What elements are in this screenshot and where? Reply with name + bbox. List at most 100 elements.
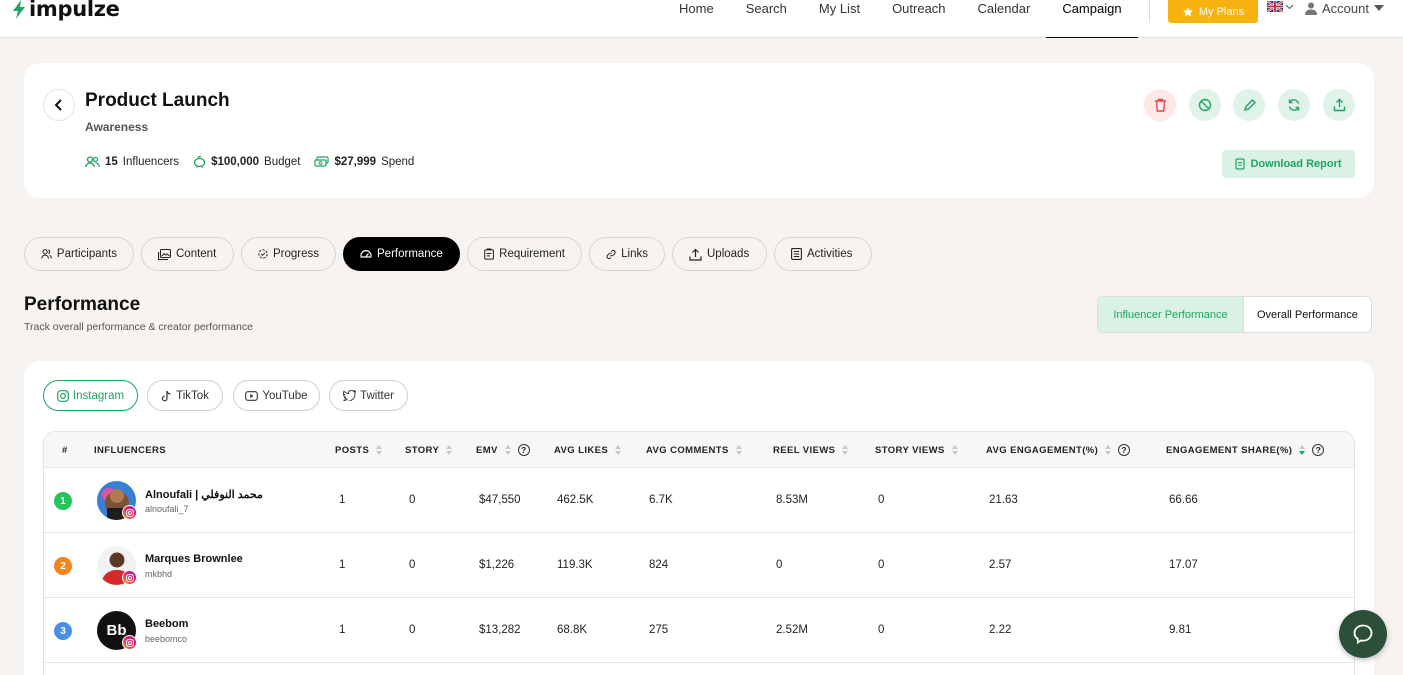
platform-twitter[interactable]: Twitter bbox=[329, 380, 408, 411]
col-emv[interactable]: EMV? bbox=[476, 432, 530, 468]
performance-card: Instagram TikTok YouTube Twitter # INFLU… bbox=[24, 361, 1374, 675]
cell-story: 0 bbox=[409, 494, 416, 506]
ban-icon bbox=[1198, 98, 1212, 112]
brand-logo[interactable]: impulze bbox=[12, 0, 120, 21]
chat-support-button[interactable] bbox=[1339, 610, 1387, 658]
users-icon bbox=[85, 156, 100, 168]
tab-progress[interactable]: Progress bbox=[241, 237, 336, 271]
help-icon[interactable]: ? bbox=[1312, 444, 1325, 456]
nav-divider bbox=[1149, 0, 1150, 22]
influencers-count: 15 bbox=[105, 156, 118, 168]
nav-home[interactable]: Home bbox=[663, 0, 730, 38]
language-selector[interactable] bbox=[1267, 1, 1294, 12]
help-icon[interactable]: ? bbox=[517, 444, 530, 456]
tab-participants[interactable]: Participants bbox=[24, 237, 134, 271]
influencer-performance-toggle[interactable]: Influencer Performance bbox=[1098, 297, 1244, 332]
col-story[interactable]: STORY bbox=[405, 432, 453, 468]
col-engagement-share[interactable]: ENGAGEMENT SHARE(%)? bbox=[1166, 432, 1325, 468]
chevron-left-icon bbox=[54, 99, 62, 111]
sort-desc-icon bbox=[1299, 445, 1306, 455]
my-plans-button[interactable]: My Plans bbox=[1168, 0, 1258, 23]
stat-influencers: 15 Influencers bbox=[85, 156, 179, 168]
cell-engagement-share: 17.07 bbox=[1169, 559, 1198, 571]
main-nav: Home Search My List Outreach Calendar Ca… bbox=[663, 0, 1138, 38]
share-campaign-button[interactable] bbox=[1323, 89, 1355, 121]
tab-links[interactable]: Links bbox=[589, 237, 665, 271]
overall-performance-toggle[interactable]: Overall Performance bbox=[1244, 297, 1371, 332]
pencil-icon bbox=[1243, 98, 1256, 111]
influencer-name[interactable]: Alnoufali | محمد النوفلي bbox=[145, 488, 263, 501]
cell-posts: 1 bbox=[339, 494, 346, 506]
campaign-stats: 15 Influencers $100,000 Budget $27,999 S… bbox=[85, 156, 414, 168]
sort-icon bbox=[842, 445, 849, 455]
col-avg-engagement[interactable]: AVG ENGAGEMENT(%)? bbox=[986, 432, 1131, 468]
nav-campaign[interactable]: Campaign bbox=[1046, 0, 1138, 38]
tab-requirement[interactable]: Requirement bbox=[467, 237, 582, 271]
col-avg-likes[interactable]: AVG LIKES bbox=[554, 432, 622, 468]
spend-label: Spend bbox=[381, 156, 415, 168]
nav-search[interactable]: Search bbox=[730, 0, 803, 38]
sort-icon bbox=[446, 445, 453, 455]
upload-icon bbox=[689, 248, 702, 261]
nav-outreach[interactable]: Outreach bbox=[876, 0, 961, 38]
influencer-handle: mkbhd bbox=[145, 569, 173, 579]
col-story-views[interactable]: STORY VIEWS bbox=[875, 432, 958, 468]
progress-icon bbox=[258, 249, 268, 259]
tab-requirement-label: Requirement bbox=[499, 248, 565, 260]
tab-performance[interactable]: Performance bbox=[343, 237, 460, 271]
tab-activities[interactable]: Activities bbox=[774, 237, 872, 271]
tab-uploads[interactable]: Uploads bbox=[672, 237, 767, 271]
table-row[interactable]: 1 Alnoufali | محمد النوفلي alnoufali_7 1… bbox=[44, 468, 1354, 533]
sort-icon bbox=[615, 445, 622, 455]
col-story-label: STORY bbox=[405, 444, 440, 456]
col-posts[interactable]: POSTS bbox=[335, 432, 383, 468]
sync-campaign-button[interactable] bbox=[1278, 89, 1310, 121]
tab-participants-label: Participants bbox=[56, 248, 117, 260]
platform-twitter-label: Twitter bbox=[360, 389, 394, 402]
platform-instagram[interactable]: Instagram bbox=[43, 380, 138, 411]
sort-icon bbox=[951, 445, 958, 455]
instagram-icon bbox=[57, 389, 69, 402]
nav-calendar[interactable]: Calendar bbox=[962, 0, 1047, 38]
cancel-campaign-button[interactable] bbox=[1189, 89, 1221, 121]
download-report-button[interactable]: Download Report bbox=[1222, 150, 1355, 178]
chat-bubble-icon bbox=[1353, 624, 1373, 645]
tab-content-label: Content bbox=[176, 248, 217, 260]
tab-uploads-label: Uploads bbox=[707, 248, 750, 260]
col-reel-views[interactable]: REEL VIEWS bbox=[773, 432, 849, 468]
upload-icon bbox=[1333, 98, 1345, 112]
platform-tiktok-label: TikTok bbox=[176, 389, 209, 402]
budget-label: Budget bbox=[264, 156, 301, 168]
table-row[interactable]: 2 Marques Brownlee mkbhd 1 0 $1,226 119.… bbox=[44, 533, 1354, 598]
col-avg-comments-label: AVG COMMENTS bbox=[646, 444, 729, 456]
cell-avg-likes: 68.8K bbox=[557, 624, 588, 636]
cell-emv: $47,550 bbox=[479, 494, 521, 506]
tab-content[interactable]: Content bbox=[141, 237, 234, 271]
back-button[interactable] bbox=[43, 89, 75, 121]
cell-emv: $13,282 bbox=[479, 624, 521, 636]
stat-budget: $100,000 Budget bbox=[193, 156, 300, 168]
account-label: Account bbox=[1322, 0, 1369, 16]
performance-subtitle: Track overall performance & creator perf… bbox=[24, 321, 253, 333]
table-row[interactable]: 3 Bb Beebom beebomco 1 0 $13,282 68.8K 2… bbox=[44, 598, 1354, 663]
col-avg-comments[interactable]: AVG COMMENTS bbox=[646, 432, 742, 468]
help-icon[interactable]: ? bbox=[1118, 444, 1131, 456]
link-icon bbox=[606, 249, 616, 259]
platform-youtube[interactable]: YouTube bbox=[233, 380, 320, 411]
instagram-badge-icon bbox=[122, 505, 137, 520]
account-menu[interactable]: Account bbox=[1305, 0, 1384, 16]
influencer-name[interactable]: Marques Brownlee bbox=[145, 553, 243, 565]
influencer-name[interactable]: Beebom bbox=[145, 618, 188, 630]
document-icon bbox=[1235, 158, 1246, 170]
cell-story-views: 0 bbox=[878, 559, 885, 571]
users-icon bbox=[41, 249, 52, 259]
platform-tiktok[interactable]: TikTok bbox=[147, 380, 223, 411]
nav-my-list[interactable]: My List bbox=[803, 0, 876, 38]
caret-down-icon bbox=[1373, 5, 1384, 11]
col-influencers: INFLUENCERS bbox=[94, 444, 166, 456]
delete-campaign-button[interactable] bbox=[1144, 89, 1176, 121]
sort-icon bbox=[504, 445, 511, 455]
edit-campaign-button[interactable] bbox=[1233, 89, 1265, 121]
influencer-performance-table: # INFLUENCERS POSTS STORY EMV? AVG LIKES… bbox=[43, 431, 1355, 675]
cell-emv: $1,226 bbox=[479, 559, 515, 571]
